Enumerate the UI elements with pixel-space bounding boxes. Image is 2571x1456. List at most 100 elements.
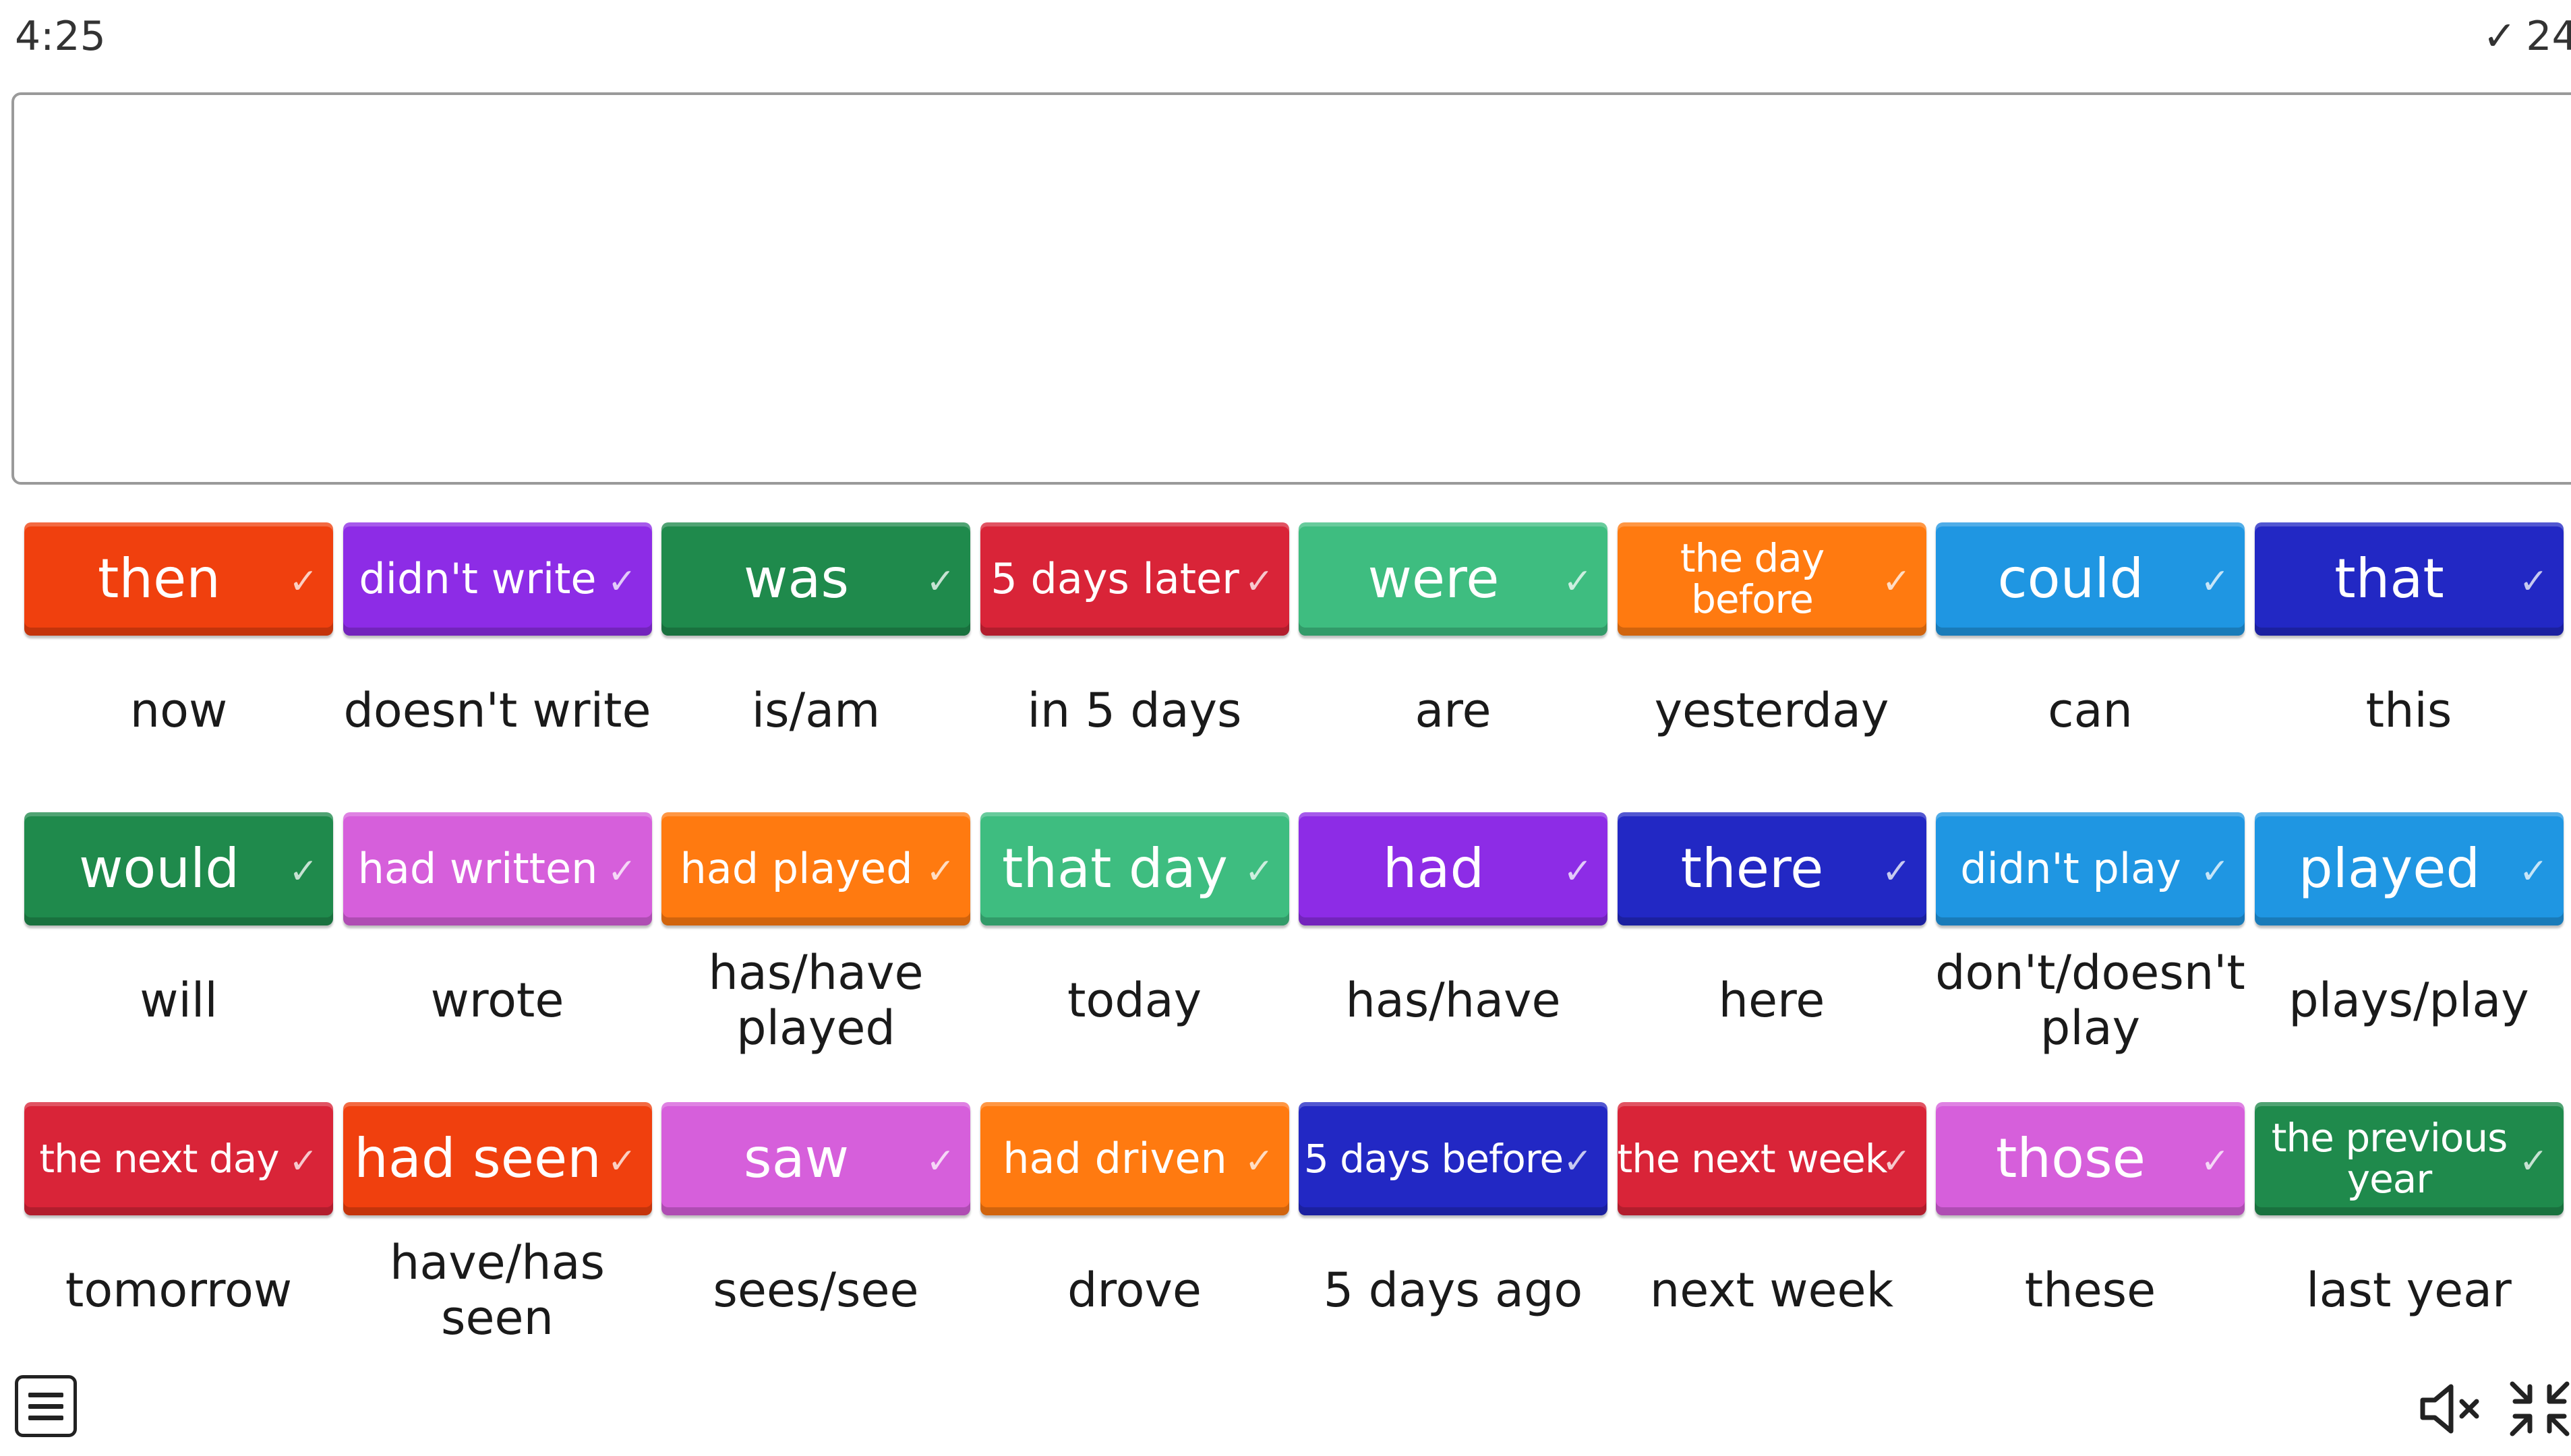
tile-cell: 5 days before ✓ 5 days ago bbox=[1299, 1102, 1607, 1385]
check-icon: ✓ bbox=[2200, 562, 2230, 602]
word-tile[interactable]: didn't play ✓ bbox=[1936, 812, 2245, 926]
word-tile[interactable]: that day ✓ bbox=[980, 812, 1289, 926]
tile-label: 5 days later bbox=[991, 554, 1239, 604]
tile-cell: the day before ✓ yesterday bbox=[1617, 522, 1926, 806]
check-icon: ✓ bbox=[607, 851, 637, 892]
check-icon: ✓ bbox=[2200, 851, 2230, 892]
word-tile[interactable]: 5 days later ✓ bbox=[980, 522, 1289, 636]
answer-label: today bbox=[1067, 973, 1202, 1029]
score-value: 24 bbox=[2526, 13, 2571, 60]
word-tile[interactable]: had written ✓ bbox=[343, 812, 652, 926]
score-counter: ✓ 24 bbox=[2483, 9, 2571, 63]
check-icon: ✓ bbox=[2200, 1141, 2230, 1182]
answer-label: yesterday bbox=[1654, 683, 1889, 739]
answer-label: 5 days ago bbox=[1323, 1263, 1583, 1318]
word-tile[interactable]: had seen ✓ bbox=[343, 1102, 652, 1215]
tile-cell: had ✓ has/have bbox=[1299, 812, 1607, 1095]
check-icon: ✓ bbox=[1881, 562, 1912, 602]
word-tile[interactable]: had played ✓ bbox=[661, 812, 970, 926]
answer-label: in 5 days bbox=[1027, 683, 1242, 739]
tile-cell: the next week ✓ next week bbox=[1617, 1102, 1926, 1385]
tile-cell: that ✓ this bbox=[2254, 522, 2564, 806]
word-tile[interactable]: the day before ✓ bbox=[1617, 522, 1926, 636]
tile-label: saw bbox=[743, 1127, 850, 1190]
word-tile[interactable]: could ✓ bbox=[1936, 522, 2245, 636]
check-icon: ✓ bbox=[926, 562, 955, 602]
tile-cell: the next day ✓ tomorrow bbox=[24, 1102, 333, 1385]
word-tile[interactable]: the next week ✓ bbox=[1617, 1102, 1926, 1215]
check-icon: ✓ bbox=[2518, 1141, 2549, 1182]
tile-cell: had played ✓ has/have played bbox=[661, 812, 970, 1095]
check-icon: ✓ bbox=[2483, 13, 2517, 60]
check-icon: ✓ bbox=[289, 562, 318, 602]
word-tile[interactable]: there ✓ bbox=[1617, 812, 1926, 926]
answer-label: is/am bbox=[751, 683, 881, 739]
answer-label: don't/doesn't play bbox=[1935, 945, 2245, 1056]
tile-label: that bbox=[2334, 547, 2444, 610]
tile-label: the day before bbox=[1680, 535, 1825, 622]
check-icon: ✓ bbox=[1563, 562, 1593, 602]
answer-label: these bbox=[2024, 1263, 2156, 1318]
word-tile[interactable]: were ✓ bbox=[1299, 522, 1607, 636]
tile-label: didn't write bbox=[359, 554, 597, 604]
word-tile[interactable]: would ✓ bbox=[24, 812, 333, 926]
answer-drop-area[interactable] bbox=[11, 92, 2571, 485]
check-icon: ✓ bbox=[1244, 851, 1274, 892]
answer-label: has/have played bbox=[708, 945, 924, 1056]
answer-label: now bbox=[129, 683, 228, 739]
answer-label: sees/see bbox=[713, 1263, 919, 1318]
answer-label: have/has seen bbox=[389, 1235, 605, 1345]
tile-cell: didn't play ✓ don't/doesn't play bbox=[1935, 812, 2245, 1095]
answer-label: has/have bbox=[1345, 973, 1561, 1029]
word-tile[interactable]: then ✓ bbox=[24, 522, 333, 636]
collapse-fullscreen-icon bbox=[2510, 1381, 2570, 1436]
tile-label: had seen bbox=[354, 1127, 601, 1190]
tile-label: had written bbox=[357, 844, 598, 894]
tile-cell: had seen ✓ have/has seen bbox=[343, 1102, 652, 1385]
word-tile[interactable]: that ✓ bbox=[2254, 522, 2564, 636]
word-tile[interactable]: was ✓ bbox=[661, 522, 970, 636]
tile-label: those bbox=[1996, 1127, 2146, 1190]
word-tile[interactable]: didn't write ✓ bbox=[343, 522, 652, 636]
answer-label: doesn't write bbox=[343, 683, 651, 739]
menu-icon-line bbox=[28, 1415, 63, 1420]
menu-button[interactable] bbox=[15, 1375, 77, 1437]
word-tile[interactable]: 5 days before ✓ bbox=[1299, 1102, 1607, 1215]
answer-label: tomorrow bbox=[65, 1263, 293, 1318]
tile-cell: had written ✓ wrote bbox=[343, 812, 652, 1095]
answer-label: this bbox=[2365, 683, 2452, 739]
check-icon: ✓ bbox=[1244, 1141, 1274, 1182]
check-icon: ✓ bbox=[2518, 851, 2549, 892]
answer-label: here bbox=[1718, 973, 1825, 1029]
answer-label: next week bbox=[1649, 1263, 1894, 1318]
word-tile[interactable]: played ✓ bbox=[2254, 812, 2564, 926]
word-tile[interactable]: had ✓ bbox=[1299, 812, 1607, 926]
word-tile[interactable]: saw ✓ bbox=[661, 1102, 970, 1215]
tile-label: were bbox=[1367, 547, 1500, 610]
tile-label: didn't play bbox=[1960, 844, 2181, 894]
answer-label: plays/play bbox=[2288, 973, 2529, 1029]
tile-label: could bbox=[1997, 547, 2144, 610]
tile-label: then bbox=[98, 547, 220, 610]
tile-cell: then ✓ now bbox=[24, 522, 333, 806]
answer-label: last year bbox=[2306, 1263, 2512, 1318]
word-tile[interactable]: those ✓ bbox=[1936, 1102, 2245, 1215]
tile-label: there bbox=[1680, 837, 1824, 900]
word-tile[interactable]: the previous year ✓ bbox=[2254, 1102, 2564, 1215]
check-icon: ✓ bbox=[1881, 851, 1912, 892]
mute-button[interactable] bbox=[2417, 1378, 2485, 1439]
tile-cell: that day ✓ today bbox=[980, 812, 1289, 1095]
tile-cell: were ✓ are bbox=[1299, 522, 1607, 806]
tile-cell: saw ✓ sees/see bbox=[661, 1102, 970, 1385]
tile-label: that day bbox=[1001, 837, 1229, 900]
word-tile[interactable]: had driven ✓ bbox=[980, 1102, 1289, 1215]
check-icon: ✓ bbox=[1881, 1141, 1912, 1182]
tile-label: played bbox=[2298, 837, 2481, 900]
check-icon: ✓ bbox=[607, 562, 637, 602]
tile-cell: had driven ✓ drove bbox=[980, 1102, 1289, 1385]
answer-label: are bbox=[1415, 683, 1491, 739]
check-icon: ✓ bbox=[1563, 851, 1593, 892]
word-tile[interactable]: the next day ✓ bbox=[24, 1102, 333, 1215]
check-icon: ✓ bbox=[289, 851, 318, 892]
collapse-fullscreen-button[interactable] bbox=[2508, 1378, 2571, 1439]
